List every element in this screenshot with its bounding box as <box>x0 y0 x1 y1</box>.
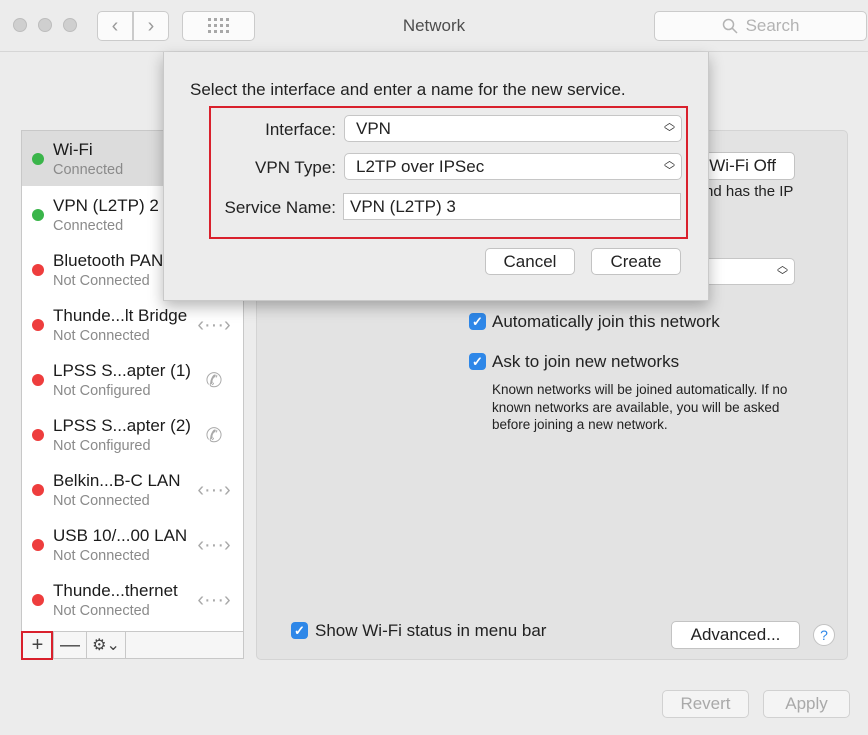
dialog-prompt: Select the interface and enter a name fo… <box>190 80 626 99</box>
status-dot <box>32 319 44 331</box>
status-dot <box>32 153 44 165</box>
apply-button[interactable]: Apply <box>763 690 850 718</box>
service-item-usb-lan[interactable]: USB 10/...00 LAN Not Connected ‹···› <box>22 517 243 572</box>
status-dot <box>32 429 44 441</box>
revert-button[interactable]: Revert <box>662 690 749 718</box>
show-wifi-status-label: Show Wi-Fi status in menu bar <box>315 621 547 640</box>
ethernet-icon: ‹···› <box>197 313 231 336</box>
service-name: Belkin...B-C LAN <box>53 471 181 490</box>
search-icon <box>722 18 738 34</box>
service-item-lpss-adapter-1[interactable]: LPSS S...apter (1) Not Configured ✆ <box>22 352 243 407</box>
show-wifi-status-checkbox[interactable]: ✓ <box>291 622 308 639</box>
search-placeholder: Search <box>745 16 800 35</box>
status-dot <box>32 264 44 276</box>
status-text-partial: nd has the IP <box>705 183 794 200</box>
phone-icon: ✆ <box>205 369 223 392</box>
service-list-toolbar: + — ⚙︎⌄ <box>21 632 244 659</box>
status-dot <box>32 594 44 606</box>
gear-icon: ⚙︎⌄ <box>92 637 120 654</box>
ask-join-description: Known networks will be joined automatica… <box>492 382 788 432</box>
ethernet-icon: ‹···› <box>197 478 231 501</box>
service-name: USB 10/...00 LAN <box>53 526 188 545</box>
service-status: Not Configured <box>53 438 151 454</box>
network-name-popup[interactable]: ︿ ﹀ <box>699 258 795 285</box>
action-menu-button[interactable]: ⚙︎⌄ <box>87 632 126 658</box>
service-item-belkin-lan[interactable]: Belkin...B-C LAN Not Connected ‹···› <box>22 462 243 517</box>
service-name: Wi-Fi <box>53 140 93 159</box>
status-dot <box>32 539 44 551</box>
service-item-thunderbolt-bridge[interactable]: Thunde...lt Bridge Not Connected ‹···› <box>22 297 243 352</box>
service-status: Connected <box>53 162 124 178</box>
wifi-off-button[interactable]: Wi-Fi Off <box>699 152 795 180</box>
service-status: Not Connected <box>53 548 150 564</box>
advanced-button[interactable]: Advanced... <box>671 621 800 649</box>
service-name: LPSS S...apter (2) <box>53 416 191 435</box>
status-dot <box>32 209 44 221</box>
service-status: Not Connected <box>53 603 150 619</box>
status-dot <box>32 374 44 386</box>
service-name: LPSS S...apter (1) <box>53 361 191 380</box>
service-name: Bluetooth PAN <box>53 251 164 270</box>
service-status: Not Connected <box>53 273 150 289</box>
auto-join-label: Automatically join this network <box>492 312 720 331</box>
form-highlight <box>209 106 688 239</box>
help-button[interactable]: ? <box>813 624 835 646</box>
add-button-highlight <box>21 631 53 660</box>
ethernet-icon: ‹···› <box>197 533 231 556</box>
service-status: Not Connected <box>53 328 150 344</box>
service-status: Not Configured <box>53 383 151 399</box>
service-item-thunderbolt-ethernet[interactable]: Thunde...thernet Not Connected ‹···› <box>22 572 243 627</box>
ask-join-label: Ask to join new networks <box>492 352 680 371</box>
service-status: Connected <box>53 218 124 234</box>
remove-service-button[interactable]: — <box>54 632 87 658</box>
service-name: VPN (L2TP) 2 <box>53 196 159 215</box>
auto-join-checkbox[interactable]: ✓ <box>469 313 486 330</box>
service-item-lpss-adapter-2[interactable]: LPSS S...apter (2) Not Configured ✆ <box>22 407 243 462</box>
service-name: Thunde...lt Bridge <box>53 306 188 325</box>
search-field[interactable]: Search <box>654 11 867 41</box>
updown-chevron-icon: ︿ ﹀ <box>777 260 788 282</box>
cancel-button[interactable]: Cancel <box>485 248 575 275</box>
service-status: Not Connected <box>53 493 150 509</box>
status-dot <box>32 484 44 496</box>
ask-join-checkbox[interactable]: ✓ <box>469 353 486 370</box>
phone-icon: ✆ <box>205 424 223 447</box>
ethernet-icon: ‹···› <box>197 588 231 611</box>
service-name: Thunde...thernet <box>53 581 178 600</box>
create-button[interactable]: Create <box>591 248 681 275</box>
